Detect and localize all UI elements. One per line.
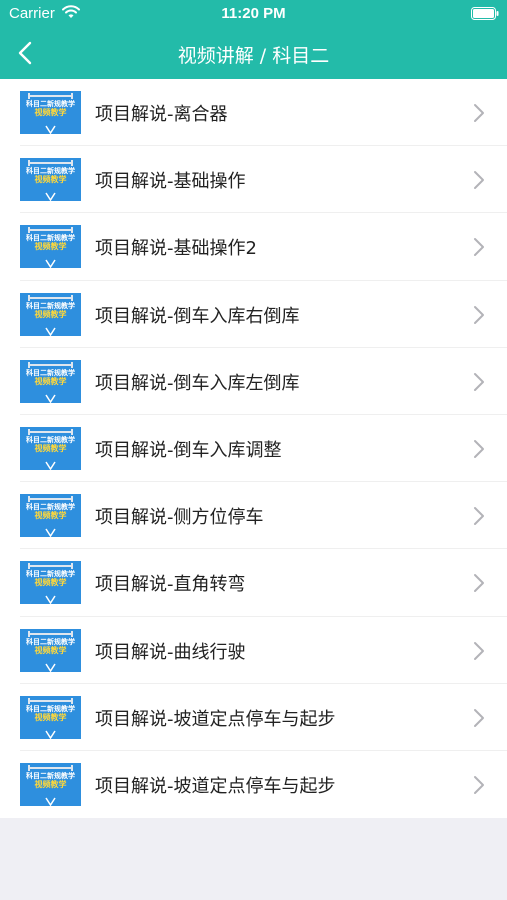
list-item[interactable]: 科目二新规教学 视频教学 项目解说-倒车入库左倒库 <box>0 348 507 416</box>
video-list: 科目二新规教学 视频教学 项目解说-离合器 科目二新规教学 视频教学 项目解说-… <box>0 79 507 818</box>
chevron-right-icon <box>473 372 485 396</box>
video-thumbnail: 科目二新规教学 视频教学 <box>20 494 81 538</box>
navigation-bar: 视频讲解 / 科目二 <box>0 28 507 79</box>
status-bar: Carrier 11:20 PM <box>0 0 507 28</box>
list-item[interactable]: 科目二新规教学 视频教学 项目解说-坡道定点停车与起步 <box>0 684 507 752</box>
thumbnail-subcaption: 视频教学 <box>34 376 67 386</box>
battery-icon <box>471 7 499 25</box>
chevron-right-icon <box>473 170 485 194</box>
video-thumbnail: 科目二新规教学 视频教学 <box>20 762 81 806</box>
list-item[interactable]: 科目二新规教学 视频教学 项目解说-倒车入库调整 <box>0 415 507 483</box>
video-thumbnail: 科目二新规教学 视频教学 <box>20 91 81 134</box>
thumbnail-caption: 科目二新规教学 <box>26 503 75 512</box>
thumbnail-decoration <box>28 361 73 368</box>
down-arrow-icon <box>45 388 56 403</box>
chevron-right-icon <box>473 708 485 732</box>
list-item[interactable]: 科目二新规教学 视频教学 项目解说-曲线行驶 <box>0 617 507 684</box>
thumbnail-subcaption: 视频教学 <box>34 645 67 655</box>
item-title: 项目解说-倒车入库左倒库 <box>95 372 300 394</box>
thumbnail-subcaption: 视频教学 <box>34 511 67 521</box>
chevron-right-icon <box>473 103 485 127</box>
list-item[interactable]: 科目二新规教学 视频教学 项目解说-侧方位停车 <box>0 482 507 550</box>
thumbnail-subcaption: 视频教学 <box>34 712 67 722</box>
thumbnail-subcaption: 视频教学 <box>34 175 67 185</box>
thumbnail-decoration <box>28 764 73 771</box>
list-item[interactable]: 科目二新规教学 视频教学 项目解说-离合器 <box>0 79 507 147</box>
down-arrow-icon <box>45 791 56 806</box>
chevron-right-icon <box>473 439 485 463</box>
chevron-right-icon <box>473 237 485 261</box>
thumbnail-decoration <box>28 93 73 99</box>
down-arrow-icon <box>45 253 56 269</box>
item-title: 项目解说-直角转弯 <box>95 574 246 596</box>
thumbnail-caption: 科目二新规教学 <box>26 435 75 444</box>
item-title: 项目解说-侧方位停车 <box>95 507 264 529</box>
item-title: 项目解说-基础操作 <box>95 171 246 193</box>
status-time: 11:20 PM <box>221 5 286 22</box>
video-thumbnail: 科目二新规教学 视频教学 <box>20 225 81 269</box>
chevron-right-icon <box>473 573 485 597</box>
down-arrow-icon <box>45 589 56 605</box>
chevron-right-icon <box>473 506 485 530</box>
video-thumbnail: 科目二新规教学 视频教学 <box>20 359 81 403</box>
item-title: 项目解说-坡道定点停车与起步 <box>95 775 336 797</box>
thumbnail-decoration <box>28 563 73 570</box>
video-thumbnail: 科目二新规教学 视频教学 <box>20 695 81 739</box>
list-item[interactable]: 科目二新规教学 视频教学 项目解说-直角转弯 <box>0 549 507 617</box>
thumbnail-decoration <box>28 428 73 435</box>
video-thumbnail: 科目二新规教学 视频教学 <box>20 561 81 605</box>
item-title: 项目解说-离合器 <box>95 104 228 125</box>
thumbnail-decoration <box>28 160 73 167</box>
thumbnail-subcaption: 视频教学 <box>34 578 67 588</box>
empty-background <box>0 818 507 900</box>
page-title: 视频讲解 / 科目二 <box>177 45 330 67</box>
video-thumbnail: 科目二新规教学 视频教学 <box>20 158 81 202</box>
thumbnail-decoration <box>28 294 73 301</box>
thumbnail-decoration <box>28 227 73 234</box>
video-thumbnail: 科目二新规教学 视频教学 <box>20 292 81 336</box>
thumbnail-decoration <box>28 630 73 637</box>
thumbnail-caption: 科目二新规教学 <box>26 301 75 310</box>
thumbnail-subcaption: 视频教学 <box>34 443 67 453</box>
thumbnail-caption: 科目二新规教学 <box>26 167 75 176</box>
thumbnail-caption: 科目二新规教学 <box>26 368 75 377</box>
item-title: 项目解说-基础操作2 <box>95 238 257 260</box>
thumbnail-caption: 科目二新规教学 <box>26 771 75 780</box>
list-item[interactable]: 科目二新规教学 视频教学 项目解说-倒车入库右倒库 <box>0 281 507 348</box>
down-arrow-icon <box>45 119 56 134</box>
down-arrow-icon <box>45 186 56 202</box>
down-arrow-icon <box>45 724 56 739</box>
thumbnail-caption: 科目二新规教学 <box>26 100 75 108</box>
thumbnail-decoration <box>28 697 73 704</box>
chevron-right-icon <box>473 305 485 329</box>
thumbnail-subcaption: 视频教学 <box>34 309 67 319</box>
list-item[interactable]: 科目二新规教学 视频教学 项目解说-坡道定点停车与起步 <box>0 751 507 818</box>
item-title: 项目解说-倒车入库右倒库 <box>95 305 300 327</box>
list-item[interactable]: 科目二新规教学 视频教学 项目解说-基础操作2 <box>0 213 507 281</box>
chevron-right-icon <box>473 775 485 799</box>
thumbnail-caption: 科目二新规教学 <box>26 637 75 646</box>
video-thumbnail: 科目二新规教学 视频教学 <box>20 426 81 470</box>
down-arrow-icon <box>45 455 56 470</box>
down-arrow-icon <box>45 321 56 336</box>
item-title: 项目解说-倒车入库调整 <box>95 439 282 461</box>
thumbnail-subcaption: 视频教学 <box>34 242 67 252</box>
thumbnail-decoration <box>28 496 73 503</box>
thumbnail-caption: 科目二新规教学 <box>26 704 75 713</box>
video-thumbnail: 科目二新规教学 视频教学 <box>20 628 81 672</box>
down-arrow-icon <box>45 522 56 538</box>
thumbnail-subcaption: 视频教学 <box>34 779 67 789</box>
thumbnail-subcaption: 视频教学 <box>34 108 67 117</box>
down-arrow-icon <box>45 657 56 672</box>
item-title: 项目解说-坡道定点停车与起步 <box>95 708 336 730</box>
chevron-right-icon <box>473 641 485 665</box>
item-title: 项目解说-曲线行驶 <box>95 641 246 663</box>
list-item[interactable]: 科目二新规教学 视频教学 项目解说-基础操作 <box>0 146 507 214</box>
